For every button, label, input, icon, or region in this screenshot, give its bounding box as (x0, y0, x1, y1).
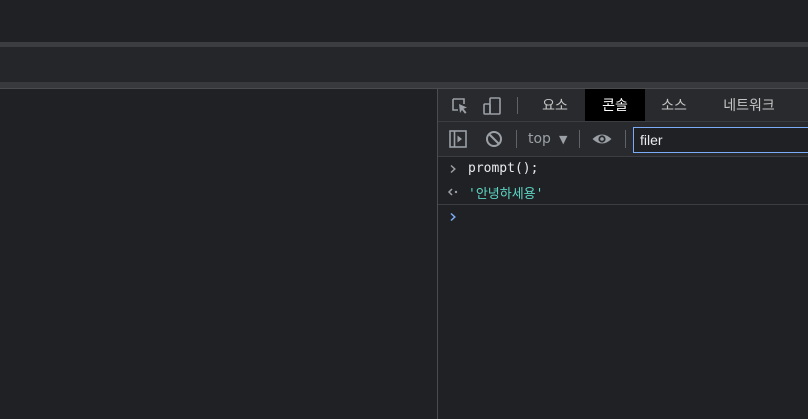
tab-sources[interactable]: 소스 (649, 89, 699, 121)
console-toolbar-divider (579, 130, 580, 148)
console-sidebar-icon[interactable] (448, 129, 468, 149)
live-expression-eye-icon[interactable] (591, 129, 613, 149)
device-toggle-icon[interactable] (482, 96, 502, 116)
page-viewport[interactable] (0, 89, 437, 419)
devtools-tab-bar: 요소 콘솔 소스 네트워크 (438, 89, 808, 122)
inspect-element-icon[interactable] (450, 96, 470, 116)
prompt-chevron-icon (438, 212, 468, 222)
context-label: top (528, 131, 551, 147)
console-result-text: '안녕하세용' (468, 186, 544, 202)
execution-context-select[interactable]: top ▼ (528, 122, 567, 156)
console-prompt[interactable] (438, 205, 808, 228)
console-toolbar-divider (516, 130, 517, 148)
console-toolbar-divider (625, 130, 626, 148)
tab-network[interactable]: 네트워크 (709, 89, 789, 121)
devtools-panel: 요소 콘솔 소스 네트워크 top ▼ filer prompt(); '안녕하… (437, 89, 808, 419)
input-chevron-icon (438, 164, 468, 174)
tab-label: 요소 (542, 98, 568, 114)
browser-bookmarks-area (0, 47, 808, 82)
tab-bar-divider (517, 97, 518, 114)
result-arrow-icon (438, 187, 468, 197)
console-filter-input[interactable] (633, 127, 808, 153)
console-toolbar: top ▼ (438, 122, 808, 157)
console-result-entry: '안녕하세용' (438, 180, 808, 205)
console-input-entry: prompt(); (438, 157, 808, 180)
tab-elements[interactable]: 요소 (530, 89, 580, 121)
tab-label: 콘솔 (602, 98, 628, 114)
console-messages[interactable]: prompt(); '안녕하세용' (438, 157, 808, 419)
tab-label: 소스 (661, 98, 687, 114)
clear-console-icon[interactable] (484, 129, 504, 149)
tab-label: 네트워크 (723, 98, 775, 114)
browser-toolbar-area (0, 0, 808, 42)
console-input-text: prompt(); (468, 161, 539, 176)
dropdown-caret-icon: ▼ (558, 132, 568, 146)
tab-console[interactable]: 콘솔 (585, 89, 645, 121)
